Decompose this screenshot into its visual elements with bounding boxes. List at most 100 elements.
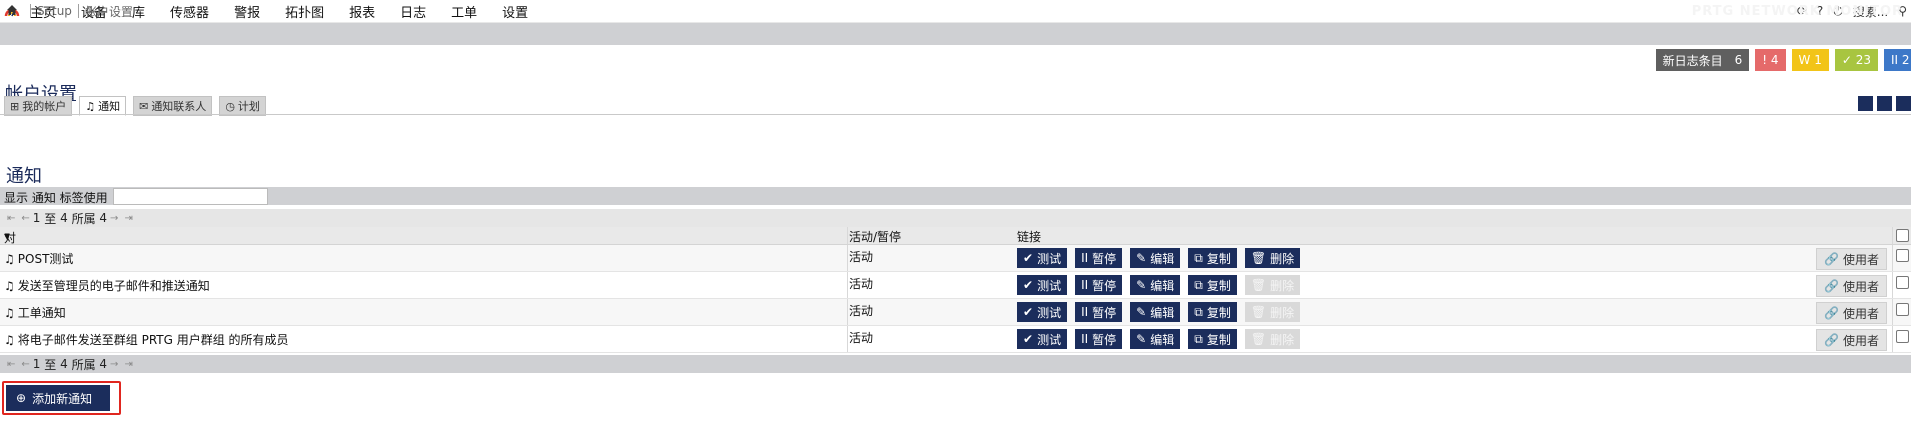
- menu-item-setup[interactable]: 设置: [502, 2, 528, 21]
- edit-button[interactable]: ✎ 编辑: [1130, 329, 1181, 349]
- column-divider: [847, 245, 848, 271]
- tab-my-account[interactable]: ⊞ 我的帐户: [4, 96, 73, 116]
- delete-label: 删除: [1270, 251, 1295, 266]
- copy-icon: ⧉: [1194, 250, 1203, 265]
- used-by-label: 使用者: [1842, 279, 1879, 294]
- menu-item-alarms[interactable]: 警报: [234, 2, 260, 21]
- sort-desc-icon: ▾: [4, 229, 11, 243]
- status-cell: 活动: [849, 331, 874, 345]
- column-divider: [847, 299, 848, 325]
- table-view-icon[interactable]: [1858, 96, 1873, 111]
- pause-button[interactable]: II 暂停: [1075, 302, 1123, 322]
- last-page-icon[interactable]: ⇥: [124, 213, 132, 224]
- home-icon[interactable]: [6, 4, 18, 16]
- pause-button[interactable]: II 暂停: [1075, 329, 1123, 349]
- tab-label: 计划: [237, 100, 260, 113]
- column-divider: [1892, 272, 1893, 298]
- notification-name[interactable]: ♫ POST测试: [4, 250, 73, 267]
- edit-button[interactable]: ✎ 编辑: [1130, 248, 1181, 268]
- delete-button[interactable]: 🗑 删除: [1244, 248, 1301, 268]
- pause-icon: II: [1081, 332, 1089, 346]
- menu-item-libraries[interactable]: 库: [132, 2, 145, 21]
- notification-name[interactable]: ♫ 发送至管理员的电子邮件和推送通知: [4, 277, 210, 294]
- link-icon: 🔗: [1824, 252, 1839, 266]
- test-button[interactable]: ✔ 测试: [1017, 275, 1068, 295]
- pager-first: 1: [32, 211, 41, 225]
- bell-icon: ♫: [85, 99, 96, 113]
- pause-button[interactable]: II 暂停: [1075, 275, 1123, 295]
- warning-badge[interactable]: W 1: [1791, 49, 1829, 71]
- column-divider: [1892, 227, 1893, 244]
- notifications-table: 对象 ▾ 活动/暂停 链接 ♫ POST测试 活动 ✔测试 II暂停 ✎编辑 ⧉…: [0, 227, 1911, 353]
- edit-button[interactable]: ✎ 编辑: [1130, 302, 1181, 322]
- copy-button[interactable]: ⧉ 复制: [1188, 275, 1237, 295]
- export-icon[interactable]: [1877, 96, 1892, 111]
- paused-sensors-badge[interactable]: II 2: [1884, 49, 1911, 71]
- link-icon: 🔗: [1824, 279, 1839, 293]
- view-buttons: [1858, 96, 1911, 111]
- menu-item-tickets[interactable]: 工单: [451, 2, 477, 21]
- used-by-button[interactable]: 🔗 使用者: [1816, 302, 1887, 324]
- prev-page-icon[interactable]: ←: [21, 213, 29, 224]
- pager-total: 4: [99, 211, 108, 225]
- menu-item-sensors[interactable]: 传感器: [170, 2, 209, 21]
- used-by-button[interactable]: 🔗 使用者: [1816, 329, 1887, 351]
- column-divider: [847, 272, 848, 298]
- check-icon: ✔: [1023, 332, 1034, 346]
- menu-item-reports[interactable]: 报表: [349, 2, 375, 21]
- test-button[interactable]: ✔ 测试: [1017, 302, 1068, 322]
- notification-name[interactable]: ♫ 工单通知: [4, 304, 66, 321]
- row-checkbox[interactable]: [1896, 330, 1909, 343]
- tag-filter-input[interactable]: [113, 188, 268, 205]
- pager-first: 1: [32, 357, 41, 371]
- bell-icon: ♫: [4, 278, 15, 293]
- prev-page-icon[interactable]: ←: [21, 359, 29, 370]
- tab-schedules[interactable]: ◷ 计划: [219, 96, 266, 116]
- add-notification-button[interactable]: ⊕ 添加新通知: [6, 385, 110, 411]
- edit-button[interactable]: ✎ 编辑: [1130, 275, 1181, 295]
- test-button[interactable]: ✔ 测试: [1017, 329, 1068, 349]
- first-page-icon[interactable]: ⇤: [7, 359, 15, 370]
- col-status-header[interactable]: 活动/暂停: [849, 228, 901, 245]
- test-button[interactable]: ✔ 测试: [1017, 248, 1068, 268]
- pause-button[interactable]: II 暂停: [1075, 248, 1123, 268]
- next-page-icon[interactable]: →: [110, 213, 118, 224]
- breadcrumb-setup[interactable]: Setup: [37, 4, 72, 18]
- used-by-button[interactable]: 🔗 使用者: [1816, 275, 1887, 297]
- test-label: 测试: [1037, 305, 1062, 320]
- action-buttons: ✔ 测试 II 暂停 ✎ 编辑 ⧉ 复制 🗑 删除: [1017, 329, 1301, 349]
- select-all-checkbox[interactable]: [1896, 229, 1909, 242]
- copy-button[interactable]: ⧉ 复制: [1188, 329, 1237, 349]
- menu-item-maps[interactable]: 拓扑图: [285, 2, 324, 21]
- row-checkbox[interactable]: [1896, 276, 1909, 289]
- copy-label: 复制: [1206, 332, 1231, 347]
- row-checkbox[interactable]: [1896, 249, 1909, 262]
- status-cell: 活动: [849, 250, 874, 264]
- alarm-down-badge[interactable]: ! 4: [1755, 49, 1786, 71]
- copy-button[interactable]: ⧉ 复制: [1188, 302, 1237, 322]
- delete-button-disabled: 🗑 删除: [1244, 329, 1301, 349]
- tab-notification-contacts[interactable]: ✉ 通知联系人: [133, 96, 213, 116]
- filter-label: 显示 通知 标签使用: [4, 191, 108, 205]
- copy-icon: ⧉: [1194, 304, 1203, 319]
- new-log-entries-badge[interactable]: 新日志条目 6: [1655, 49, 1750, 71]
- breadcrumb-account-settings[interactable]: 帐户设置: [85, 3, 133, 20]
- pager-last: 4: [60, 211, 68, 225]
- next-page-icon[interactable]: →: [110, 359, 118, 370]
- bell-icon: ♫: [4, 332, 15, 347]
- last-page-icon[interactable]: ⇥: [124, 359, 132, 370]
- status-cell: 活动: [849, 277, 874, 291]
- menu-item-logs[interactable]: 日志: [400, 2, 426, 21]
- copy-button[interactable]: ⧉ 复制: [1188, 248, 1237, 268]
- used-by-button[interactable]: 🔗 使用者: [1816, 248, 1887, 270]
- notification-name[interactable]: ♫ 将电子邮件发送至群组 PRTG 用户群组 的所有成员: [4, 331, 289, 348]
- breadcrumb-divider: [77, 4, 79, 18]
- table-row: ♫ 发送至管理员的电子邮件和推送通知 活动 ✔ 测试 II 暂停 ✎ 编辑 ⧉ 复制 🗑…: [0, 272, 1911, 299]
- row-checkbox[interactable]: [1896, 303, 1909, 316]
- tab-notifications[interactable]: ♫ 通知: [79, 96, 127, 116]
- up-sensors-badge[interactable]: ✓ 23: [1834, 49, 1878, 71]
- email-view-icon[interactable]: [1896, 96, 1911, 111]
- first-page-icon[interactable]: ⇤: [7, 213, 15, 224]
- edit-label: 编辑: [1150, 251, 1175, 266]
- section-title: 通知: [6, 166, 42, 187]
